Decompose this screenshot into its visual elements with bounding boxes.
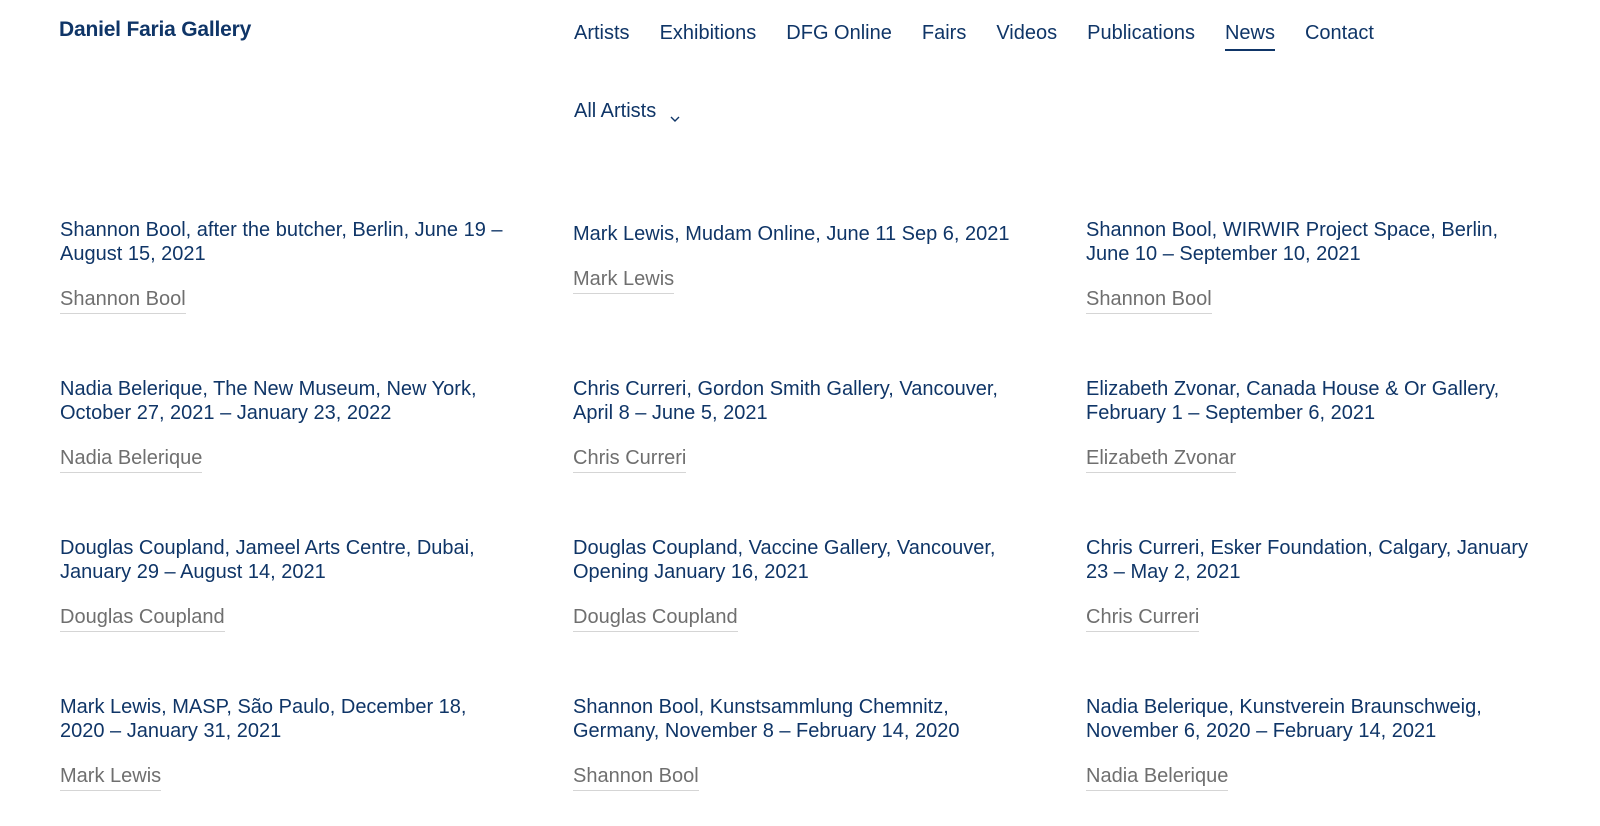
news-item: Elizabeth Zvonar, Canada House & Or Gall… [1086,373,1560,532]
nav-item-dfg-online[interactable]: DFG Online [786,22,892,51]
nav-item-contact[interactable]: Contact [1305,22,1374,51]
nav-item-publications[interactable]: Publications [1087,22,1195,51]
nav-item-news[interactable]: News [1224,22,1275,51]
news-item: Mark Lewis, Mudam Online, June 11 Sep 6,… [573,214,1086,373]
news-item-title[interactable]: Nadia Belerique, Kunstverein Braunschwei… [1086,695,1541,743]
news-item-artist[interactable]: Nadia Belerique [1086,765,1229,791]
news-item: Chris Curreri, Esker Foundation, Calgary… [1086,532,1560,691]
news-item: Douglas Coupland, Vaccine Gallery, Vanco… [573,532,1086,691]
news-grid: Shannon Bool, after the butcher, Berlin,… [60,214,1560,826]
news-item-artist[interactable]: Mark Lewis [60,765,162,791]
news-item-artist[interactable]: Shannon Bool [573,765,699,791]
news-item-title[interactable]: Douglas Coupland, Vaccine Gallery, Vanco… [573,536,1028,584]
news-item-title[interactable]: Douglas Coupland, Jameel Arts Centre, Du… [60,536,515,584]
news-item-artist[interactable]: Douglas Coupland [573,606,738,632]
news-item-title[interactable]: Chris Curreri, Esker Foundation, Calgary… [1086,536,1541,584]
artist-filter-label: All Artists [574,100,657,122]
news-item: Nadia Belerique, The New Museum, New Yor… [60,373,573,532]
news-item-title[interactable]: Shannon Bool, WIRWIR Project Space, Berl… [1086,218,1541,266]
nav-item-fairs[interactable]: Fairs [922,22,966,51]
news-item: Nadia Belerique, Kunstverein Braunschwei… [1086,691,1560,826]
news-item-artist[interactable]: Shannon Bool [1086,288,1212,314]
news-item-title[interactable]: Elizabeth Zvonar, Canada House & Or Gall… [1086,377,1541,425]
chevron-down-icon [670,107,680,122]
news-item-artist[interactable]: Douglas Coupland [60,606,225,632]
news-item-artist[interactable]: Elizabeth Zvonar [1086,447,1237,473]
news-item-artist[interactable]: Chris Curreri [1086,606,1200,632]
news-item-artist[interactable]: Mark Lewis [573,268,675,294]
nav-item-artists[interactable]: Artists [574,22,630,51]
nav-item-exhibitions[interactable]: Exhibitions [660,22,757,51]
gallery-logo[interactable]: Daniel Faria Gallery [59,18,251,42]
news-item-artist[interactable]: Chris Curreri [573,447,687,473]
artist-filter-dropdown[interactable]: All Artists [574,100,680,123]
news-item-title[interactable]: Shannon Bool, after the butcher, Berlin,… [60,218,515,266]
news-item-title[interactable]: Mark Lewis, Mudam Online, June 11 Sep 6,… [573,222,1028,246]
news-item: Douglas Coupland, Jameel Arts Centre, Du… [60,532,573,691]
news-item: Mark Lewis, MASP, São Paulo, December 18… [60,691,573,826]
news-item: Shannon Bool, Kunstsammlung Chemnitz, Ge… [573,691,1086,826]
news-item: Shannon Bool, WIRWIR Project Space, Berl… [1086,214,1560,373]
news-item-artist[interactable]: Shannon Bool [60,288,186,314]
news-item-title[interactable]: Nadia Belerique, The New Museum, New Yor… [60,377,515,425]
news-item-title[interactable]: Mark Lewis, MASP, São Paulo, December 18… [60,695,515,743]
main-nav: Artists Exhibitions DFG Online Fairs Vid… [574,22,1374,51]
news-item: Chris Curreri, Gordon Smith Gallery, Van… [573,373,1086,532]
news-item-title[interactable]: Shannon Bool, Kunstsammlung Chemnitz, Ge… [573,695,1028,743]
news-item-title[interactable]: Chris Curreri, Gordon Smith Gallery, Van… [573,377,1028,425]
news-item: Shannon Bool, after the butcher, Berlin,… [60,214,573,373]
nav-item-videos[interactable]: Videos [996,22,1057,51]
news-item-artist[interactable]: Nadia Belerique [60,447,203,473]
page: Daniel Faria Gallery Artists Exhibitions… [0,0,1600,826]
